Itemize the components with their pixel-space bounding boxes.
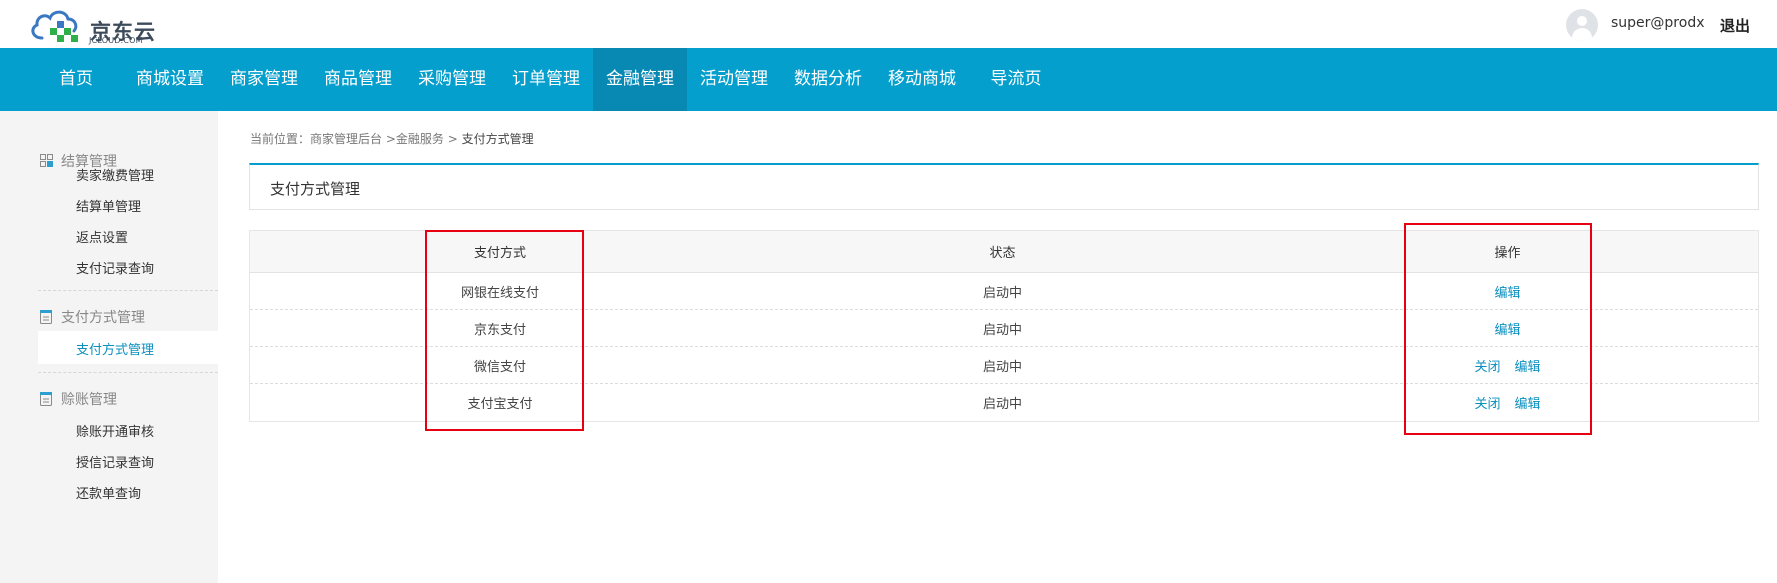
user-avatar-icon[interactable]: [1566, 9, 1598, 41]
nav-item-orders[interactable]: 订单管理: [499, 48, 593, 111]
sidebar-item-repayment[interactable]: 还款单查询: [76, 483, 141, 502]
sidebar-section-credit[interactable]: 赊账管理: [40, 389, 117, 409]
sidebar-item-statements[interactable]: 结算单管理: [76, 196, 141, 215]
sidebar: 结算管理 卖家缴费管理 结算单管理 返点设置 支付记录查询 支付方式管理 支付方…: [0, 111, 218, 583]
column-header-status: 状态: [989, 246, 1016, 261]
sidebar-divider: [38, 290, 218, 291]
status-cell: 启动中: [982, 322, 1022, 338]
nav-item-products[interactable]: 商品管理: [311, 48, 405, 111]
cloud-logo-icon: [31, 10, 78, 42]
top-header: 京东云 JCLOUD.COM super@prodx 退出: [0, 0, 1777, 48]
status-cell: 启动中: [982, 359, 1022, 375]
page-title: 支付方式管理: [270, 180, 361, 198]
breadcrumb-prefix: 当前位置：: [250, 132, 311, 146]
breadcrumb-item[interactable]: 商家管理后台: [310, 132, 382, 146]
nav-item-finance[interactable]: 金融管理: [593, 48, 687, 111]
breadcrumb-current: 支付方式管理: [461, 132, 534, 146]
nav-item-merchant[interactable]: 商家管理: [217, 48, 311, 111]
sidebar-item-seller-fees[interactable]: 卖家缴费管理: [76, 165, 154, 184]
panel-header: 支付方式管理: [249, 163, 1759, 210]
grid-icon: [40, 154, 53, 168]
nav-item-landing[interactable]: 导流页: [969, 48, 1063, 111]
sidebar-section-payment[interactable]: 支付方式管理: [40, 307, 145, 327]
status-cell: 启动中: [982, 397, 1022, 412]
sidebar-divider: [38, 372, 218, 373]
document-icon: [40, 310, 53, 324]
status-cell: 启动中: [982, 285, 1022, 301]
sidebar-item-payment-records[interactable]: 支付记录查询: [76, 258, 154, 277]
breadcrumb-separator: >: [447, 132, 458, 146]
sidebar-item-credit-records[interactable]: 授信记录查询: [76, 452, 154, 471]
nav-item-home[interactable]: 首页: [40, 48, 112, 111]
logo-subtext: JCLOUD.COM: [89, 36, 143, 45]
sidebar-item-credit-review[interactable]: 赊账开通审核: [76, 421, 154, 440]
jcloud-logo[interactable]: 京东云 JCLOUD.COM: [28, 6, 158, 45]
sidebar-item-payment-methods[interactable]: 支付方式管理: [76, 339, 154, 358]
breadcrumb-separator: >: [385, 132, 396, 146]
sidebar-section-title: 支付方式管理: [61, 310, 145, 326]
document-icon: [40, 392, 53, 406]
nav-item-purchase[interactable]: 采购管理: [405, 48, 499, 111]
nav-item-mall-settings[interactable]: 商城设置: [123, 48, 217, 111]
highlight-box-actions-column: [1404, 223, 1592, 435]
logout-button[interactable]: 退出: [1720, 15, 1750, 36]
nav-item-mobile[interactable]: 移动商城: [875, 48, 969, 111]
nav-item-analytics[interactable]: 数据分析: [781, 48, 875, 111]
main-nav: 首页 商城设置 商家管理 商品管理 采购管理 订单管理 金融管理 活动管理 数据…: [0, 48, 1777, 111]
nav-item-activities[interactable]: 活动管理: [687, 48, 781, 111]
sidebar-section-title: 赊账管理: [61, 392, 117, 408]
breadcrumb: 当前位置：商家管理后台 >金融服务 > 支付方式管理: [250, 130, 534, 147]
sidebar-item-rebate[interactable]: 返点设置: [76, 227, 128, 246]
highlight-box-method-column: [425, 230, 584, 431]
username: super@prodx: [1611, 15, 1705, 31]
breadcrumb-item[interactable]: 金融服务: [396, 132, 444, 146]
